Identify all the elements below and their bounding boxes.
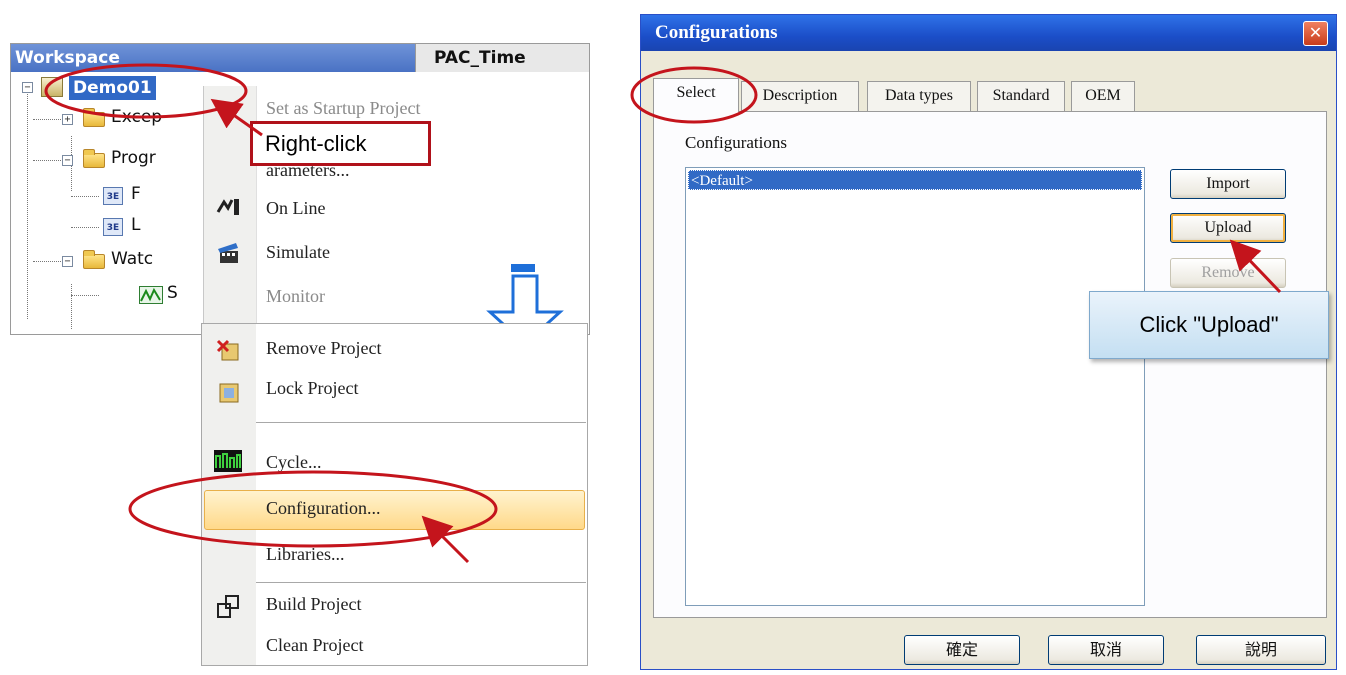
- help-button[interactable]: 說明: [1196, 635, 1326, 665]
- menu-item-remove-project[interactable]: Remove Project: [266, 338, 381, 359]
- cycle-icon: [214, 450, 242, 472]
- tab-select[interactable]: Select: [653, 78, 739, 112]
- cancel-button[interactable]: 取消: [1048, 635, 1164, 665]
- folder-icon: [83, 149, 105, 168]
- spy-list-icon: [139, 286, 163, 304]
- tree-item-program[interactable]: L: [131, 215, 140, 235]
- collapse-icon[interactable]: −: [22, 82, 33, 93]
- collapse-icon[interactable]: −: [62, 155, 73, 166]
- online-icon: [216, 196, 242, 218]
- lock-project-icon: [216, 380, 242, 404]
- menu-item-set-startup[interactable]: Set as Startup Project: [266, 98, 420, 119]
- menu-item-cycle[interactable]: Cycle...: [266, 452, 322, 473]
- tree-item-program[interactable]: F: [131, 184, 141, 204]
- menu-item-lock-project[interactable]: Lock Project: [266, 378, 358, 399]
- workspace-header: Workspace: [11, 44, 415, 72]
- program-icon: 3E: [103, 218, 123, 236]
- remove-button[interactable]: Remove: [1170, 258, 1286, 288]
- tab-oem[interactable]: OEM: [1071, 81, 1135, 111]
- tab-standard[interactable]: Standard: [977, 81, 1065, 111]
- click-upload-callout: Click "Upload": [1089, 291, 1329, 359]
- menu-separator: [256, 422, 586, 423]
- folder-icon: [83, 108, 105, 127]
- upload-button[interactable]: Upload: [1170, 213, 1286, 243]
- simulate-icon: [216, 241, 242, 265]
- tree-item-project[interactable]: Demo01: [69, 76, 156, 100]
- pac-time-column-header[interactable]: PAC_Time: [415, 44, 589, 72]
- list-item[interactable]: <Default>: [688, 170, 1142, 190]
- folder-icon: [83, 250, 105, 269]
- menu-item-highlight: [204, 490, 585, 530]
- expand-icon[interactable]: +: [62, 114, 73, 125]
- dialog-title-bar[interactable]: Configurations ✕: [641, 15, 1336, 51]
- tree-item-programs[interactable]: Progr: [111, 148, 156, 168]
- remove-project-icon: [216, 338, 242, 362]
- menu-item-simulate[interactable]: Simulate: [266, 242, 330, 263]
- context-menu-bottom: Remove Project Lock Project Cycle... Con…: [201, 323, 588, 666]
- menu-item-online[interactable]: On Line: [266, 198, 325, 219]
- menu-item-libraries[interactable]: Libraries...: [266, 544, 344, 565]
- close-button[interactable]: ✕: [1303, 21, 1328, 46]
- import-button[interactable]: Import: [1170, 169, 1286, 199]
- configurations-list[interactable]: <Default>: [685, 167, 1145, 606]
- menu-separator: [256, 582, 586, 583]
- tree-item-spy-list[interactable]: S: [167, 283, 178, 303]
- project-icon: [41, 77, 63, 97]
- tree-item-watch[interactable]: Watc: [111, 249, 153, 269]
- tab-description[interactable]: Description: [741, 81, 859, 111]
- configurations-label: Configurations: [685, 133, 787, 152]
- collapse-icon[interactable]: −: [62, 256, 73, 267]
- menu-item-monitor[interactable]: Monitor: [266, 286, 325, 307]
- menu-item-build-project[interactable]: Build Project: [266, 594, 362, 615]
- program-icon: 3E: [103, 187, 123, 205]
- menu-item-clean-project[interactable]: Clean Project: [266, 635, 363, 656]
- tree-item-exceptions[interactable]: Excep: [111, 107, 162, 127]
- dialog-title: Configurations: [655, 22, 778, 43]
- menu-item-configuration[interactable]: Configuration...: [266, 498, 381, 519]
- tab-data-types[interactable]: Data types: [867, 81, 971, 111]
- build-project-icon: [216, 594, 242, 620]
- ok-button[interactable]: 確定: [904, 635, 1020, 665]
- right-click-callout: Right-click: [250, 121, 431, 166]
